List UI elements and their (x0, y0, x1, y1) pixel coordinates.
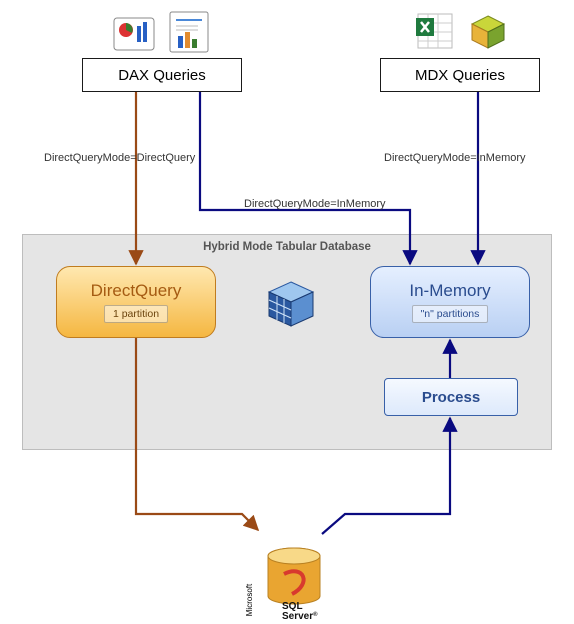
edge-label-dax-directquery: DirectQueryMode=DirectQuery (44, 152, 195, 164)
edge-sql-to-process (322, 418, 450, 534)
edge-dax-to-inmemory (200, 92, 410, 264)
edge-label-mdx-inmemory: DirectQueryMode=InMemory (384, 152, 526, 164)
edge-directquery-to-sql (136, 338, 258, 530)
edge-label-dax-inmemory: DirectQueryMode=InMemory (244, 198, 386, 210)
